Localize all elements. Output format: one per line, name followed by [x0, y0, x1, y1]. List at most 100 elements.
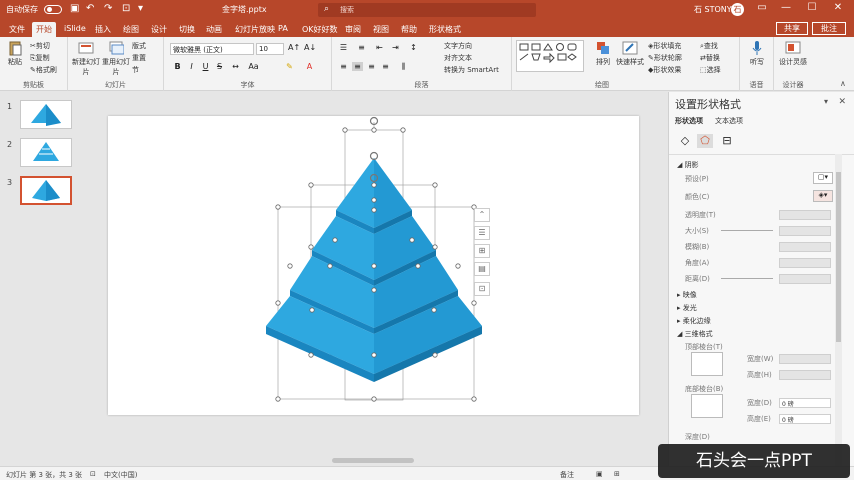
tab-animations[interactable]: 动画	[202, 22, 226, 37]
shadow-distance-spinner[interactable]	[779, 274, 831, 284]
top-width-spinner[interactable]	[779, 354, 831, 364]
tab-transitions[interactable]: 切换	[175, 22, 199, 37]
comment-button[interactable]: 批注	[812, 22, 846, 35]
tab-file[interactable]: 文件	[5, 22, 29, 37]
size-properties-icon[interactable]: ⊟	[719, 134, 735, 148]
tab-home[interactable]: 开始	[32, 22, 56, 37]
search-box[interactable]: ⌕ 搜索	[318, 3, 536, 17]
shadow-distance-slider[interactable]	[721, 278, 773, 279]
present-icon[interactable]: ⊡	[122, 3, 130, 14]
highlight-icon[interactable]: ✎	[284, 62, 295, 71]
copy-button[interactable]: ⎘复制	[30, 53, 50, 63]
bottom-bevel-button[interactable]	[691, 394, 723, 418]
slide[interactable]	[108, 116, 639, 415]
paste-button[interactable]: 粘贴	[4, 40, 26, 67]
top-height-spinner[interactable]	[779, 370, 831, 380]
section-button[interactable]: 节	[132, 65, 139, 75]
find-button[interactable]: ⌕查找	[700, 41, 718, 51]
horizontal-scrollbar[interactable]	[80, 456, 668, 466]
pane-scroll-thumb[interactable]	[836, 172, 841, 342]
case-icon[interactable]: Aa	[248, 62, 259, 71]
layout-options-icon[interactable]: ⌃	[474, 208, 490, 222]
numbering-icon[interactable]: ≡	[356, 43, 367, 52]
ribbon-display-icon[interactable]: ▭	[752, 2, 772, 13]
reuse-slide-button[interactable]: 重用幻灯片	[102, 40, 130, 77]
arrange-button[interactable]: 排列	[590, 40, 616, 67]
collapse-ribbon-icon[interactable]: ∧	[840, 79, 846, 88]
arrange-tool-icon[interactable]: ▤	[474, 262, 490, 276]
bold-button[interactable]: B	[172, 62, 183, 71]
font-color-icon[interactable]: A	[304, 62, 315, 71]
redo-icon[interactable]: ↷	[104, 3, 112, 14]
slide-thumbnail-1[interactable]	[20, 100, 72, 129]
3d-format-section[interactable]: ◢ 三维格式	[677, 329, 713, 339]
bottom-width-spinner[interactable]: 0 磅	[779, 398, 831, 408]
shapes-gallery[interactable]	[516, 40, 584, 72]
sorter-view-icon[interactable]: ⊞	[614, 470, 620, 478]
columns-icon[interactable]: ⫼	[398, 62, 409, 72]
tab-pa[interactable]: PA	[274, 22, 292, 37]
share-button[interactable]: 共享	[776, 22, 808, 35]
user-name[interactable]: 石 STONY	[694, 4, 732, 15]
tab-insert[interactable]: 插入	[91, 22, 115, 37]
text-direction-button[interactable]: 文字方向	[444, 41, 472, 51]
language-indicator[interactable]: 中文(中国)	[104, 470, 137, 480]
notes-button[interactable]: 备注	[560, 470, 574, 480]
effects-tab-icon[interactable]: ⬠	[697, 134, 713, 148]
shape-fill-button[interactable]: ◈形状填充	[648, 41, 681, 51]
tab-slideshow[interactable]: 幻灯片放映	[231, 22, 279, 37]
normal-view-icon[interactable]: ▣	[596, 470, 603, 478]
save-icon[interactable]: ▣	[70, 3, 79, 14]
quick-styles-button[interactable]: 快速样式	[616, 40, 644, 67]
pane-options-icon[interactable]: ▾	[824, 97, 828, 106]
layout-button[interactable]: 版式	[132, 41, 146, 51]
tab-shape-options[interactable]: 形状选项	[675, 116, 703, 126]
font-name-combo[interactable]: 微软雅黑 (正文)	[170, 43, 254, 55]
reflection-section[interactable]: ▸ 映像	[677, 290, 697, 300]
avatar[interactable]: 石	[731, 3, 744, 16]
distribute-tool-icon[interactable]: ⊞	[474, 244, 490, 258]
shadow-size-spinner[interactable]	[779, 226, 831, 236]
pane-scrollbar[interactable]	[835, 154, 842, 466]
shadow-transparency-spinner[interactable]	[779, 210, 831, 220]
reset-button[interactable]: 重置	[132, 53, 146, 63]
format-painter-button[interactable]: ✎格式刷	[30, 65, 57, 75]
tab-help[interactable]: 帮助	[397, 22, 421, 37]
smartart-button[interactable]: 转换为 SmartArt	[444, 65, 499, 75]
cut-button[interactable]: ✂剪切	[30, 41, 50, 51]
pane-close-icon[interactable]: ✕	[838, 97, 846, 107]
align-tool-icon[interactable]: ☰	[474, 226, 490, 240]
align-left-icon[interactable]: ≡	[338, 62, 349, 71]
italic-button[interactable]: I	[186, 62, 197, 71]
grow-font-icon[interactable]: A↑	[288, 43, 300, 52]
bottom-height-spinner[interactable]: 0 磅	[779, 414, 831, 424]
fill-line-icon[interactable]: ◇	[677, 134, 693, 148]
align-right-icon[interactable]: ≡	[366, 62, 377, 71]
tab-view[interactable]: 视图	[369, 22, 393, 37]
top-bevel-button[interactable]	[691, 352, 723, 376]
replace-button[interactable]: ⇄替换	[700, 53, 720, 63]
align-text-button[interactable]: 对齐文本	[444, 53, 472, 63]
soft-edges-section[interactable]: ▸ 柔化边缘	[677, 316, 711, 326]
tab-draw[interactable]: 绘图	[119, 22, 143, 37]
design-ideas-button[interactable]: 设计灵感	[778, 40, 808, 67]
shadow-blur-spinner[interactable]	[779, 242, 831, 252]
glow-section[interactable]: ▸ 发光	[677, 303, 697, 313]
strike-button[interactable]: S	[214, 62, 225, 71]
shape-effects-button[interactable]: ◆形状效果	[648, 65, 681, 75]
slide-thumbnail-2[interactable]	[20, 138, 72, 167]
tab-islide[interactable]: iSlide	[60, 22, 90, 37]
shadow-angle-spinner[interactable]	[779, 258, 831, 268]
shadow-preset-button[interactable]: ▢▾	[813, 172, 833, 184]
outdent-icon[interactable]: ⇥	[390, 43, 401, 52]
tab-ok[interactable]: OK好好数	[298, 22, 342, 37]
tab-review[interactable]: 审阅	[341, 22, 365, 37]
shadow-color-button[interactable]: ◈▾	[813, 190, 833, 202]
align-center-icon[interactable]: ≡	[352, 62, 363, 71]
accessibility-icon[interactable]: ⊡	[90, 470, 96, 478]
shrink-font-icon[interactable]: A↓	[304, 43, 316, 52]
underline-button[interactable]: U	[200, 62, 211, 71]
tab-design[interactable]: 设计	[147, 22, 171, 37]
shadow-size-slider[interactable]	[721, 230, 773, 231]
close-icon[interactable]: ✕	[828, 2, 848, 13]
